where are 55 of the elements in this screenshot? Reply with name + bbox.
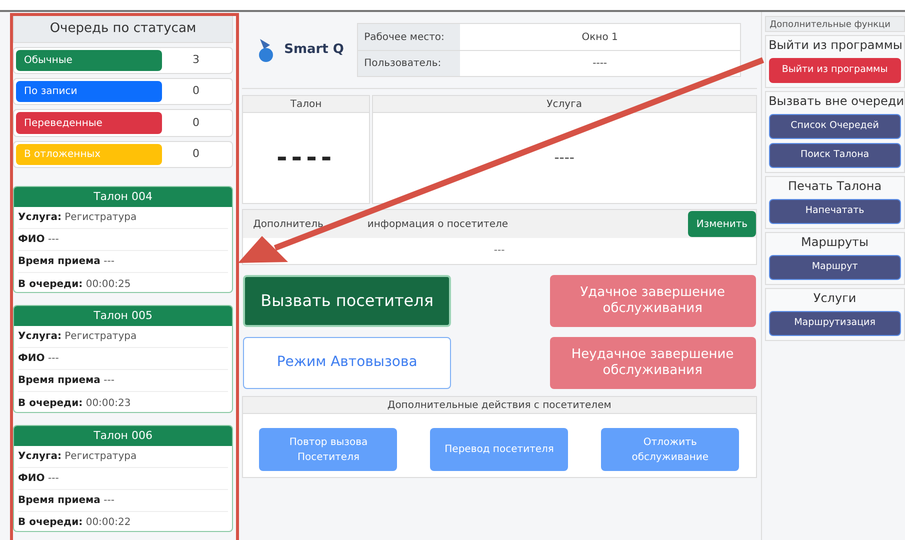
panel-title: Очередь по статусам [13,15,234,42]
ticket-title: Талон 005 [14,306,232,326]
action-button[interactable]: Режим Автовызова [243,337,452,389]
column-heading: Услуга [373,96,756,113]
info-label: Пользователь: [358,51,460,76]
ticket-detail: Услуга: Регистратура [18,450,137,464]
ticket-title: Талон 004 [14,187,232,208]
sidebar-button[interactable]: Напечатать [768,199,901,224]
ticket-detail: Время приема --- [18,374,114,388]
status-count: 3 [192,52,201,68]
status-label: По записи [16,80,162,102]
section-title: Дополнительные действия с посетителем [243,397,756,414]
ticket-card[interactable]: Талон 006 Услуга: Регистратура ФИО --- Время приема --- В очереди: 00:00:22 [13,424,234,532]
sidebar-button[interactable]: Список Очередей [768,114,901,139]
ticket-detail: ФИО --- [18,472,59,486]
sidebar-section-title: Печать Талона [786,178,883,195]
ticket-detail: В очереди: 00:00:22 [18,516,131,530]
status-count: 0 [192,114,201,131]
sidebar-section-title: Вызвать вне очереди [768,93,904,110]
action-button[interactable]: Вызвать посетителя [243,275,452,327]
status-count: 0 [192,83,201,100]
sidebar-title: Дополнительные функци [764,16,905,32]
ticket-detail: Услуга: Регистратура [18,330,137,344]
current-value: ---- [554,148,574,168]
edit-button[interactable]: Изменить [688,211,756,237]
current-value: ---- [276,142,336,174]
info-value: --- [492,244,506,258]
ticket-detail: ФИО --- [18,233,59,248]
logo-text: Smart Q [284,41,344,60]
ticket-card[interactable]: Талон 005 Услуга: Регистратура ФИО --- Время приема --- В очереди: 00:00:23 [13,305,234,413]
sidebar-button[interactable]: Поиск Талона [768,143,901,168]
status-count: 0 [192,146,201,162]
sidebar-button[interactable]: Маршрутизация [768,311,901,336]
info-title: Дополнитель [253,218,324,232]
sidebar-section-title: Услуги [812,290,858,307]
info-value: Окно 1 [460,24,740,50]
info-value: ---- [460,51,740,76]
info-title: информация о посетителе [367,218,508,232]
sidebar-section-title: Маршруты [800,234,870,251]
sidebar-button[interactable]: Выйти из программы [768,58,901,83]
status-label: Обычные [16,50,162,71]
sidebar-section-title: Выйти из программы [768,37,904,54]
ticket-detail: ФИО --- [18,352,59,366]
status-label: В отложенных [16,144,162,166]
sidebar-button[interactable]: Маршрут [768,255,901,280]
ticket-title: Талон 006 [14,426,232,446]
ticket-detail: В очереди: 00:00:25 [18,278,131,292]
ticket-card[interactable]: Талон 004 Услуга: Регистратура ФИО --- Время приема --- В очереди: 00:00:25 [13,186,234,294]
ticket-detail: Время приема --- [18,494,114,508]
column-heading: Талон [243,96,370,113]
info-label: Рабочее место: [358,24,460,50]
ticket-detail: Время приема --- [18,255,114,270]
ticket-detail: В очереди: 00:00:23 [18,396,131,411]
status-label: Переведенные [16,112,162,134]
ticket-detail: Услуга: Регистратура [18,211,137,226]
